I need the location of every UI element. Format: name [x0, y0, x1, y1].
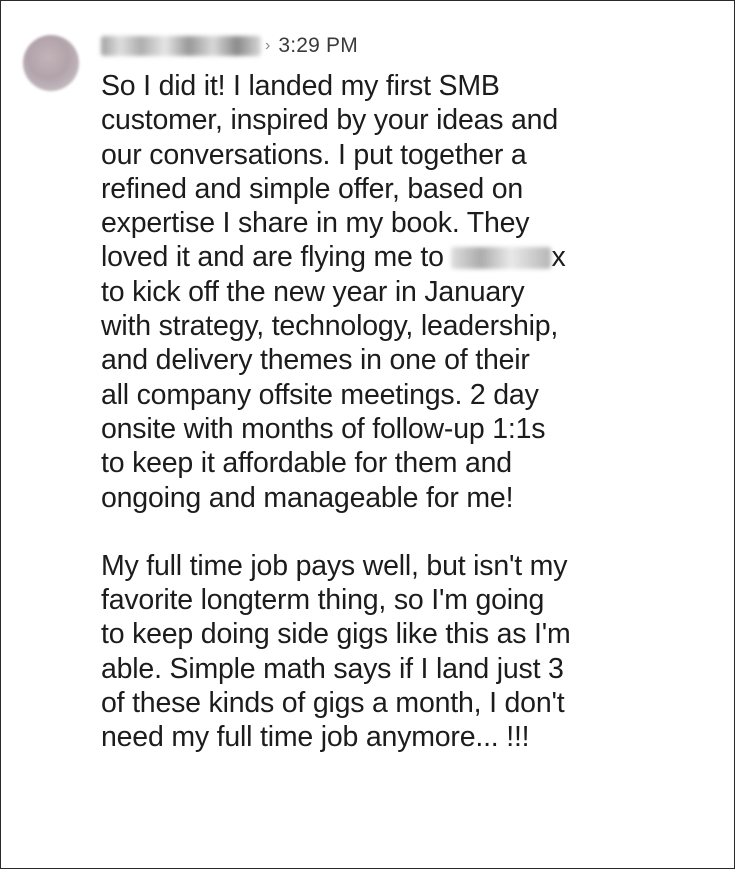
line-6-suffix: x [551, 241, 566, 274]
line-12: to keep it affordable for them and [101, 447, 512, 480]
line-2: customer, inspired by your ideas and [101, 104, 558, 137]
sender-name-redacted[interactable] [101, 36, 261, 56]
line-4: refined and simple offer, based on [101, 172, 524, 205]
p2-line-3: to keep doing side gigs like this as I'm [101, 618, 571, 651]
message-body: So I did it! I landed my first SMB custo… [101, 69, 701, 755]
p2-line-4: able. Simple math says if I land just 3 [101, 652, 564, 685]
message-paragraph-1: So I did it! I landed my first SMB custo… [101, 69, 701, 515]
line-10: all company offsite meetings. 2 day [101, 378, 539, 411]
line-8: with strategy, technology, leadership, [101, 310, 559, 343]
message-frame: › 3:29 PM So I did it! I landed my first… [0, 0, 735, 869]
message-header: › 3:29 PM [101, 29, 358, 63]
line-7: to kick off the new year in January [101, 275, 525, 308]
p2-line-1: My full time job pays well, but isn't my [101, 549, 568, 582]
avatar[interactable] [23, 35, 79, 91]
line-5: expertise I share in my book. They [101, 207, 530, 240]
p2-line-6: need my full time job anymore... !!! [101, 721, 530, 754]
location-redacted [451, 247, 552, 270]
line-3: our conversations. I put together a [101, 138, 527, 171]
chevron-right-icon: › [265, 37, 271, 54]
message-timestamp: 3:29 PM [278, 34, 358, 57]
line-9: and delivery themes in one of their [101, 344, 530, 377]
line-6-prefix: loved it and are flying me to [101, 241, 444, 274]
line-11: onsite with months of follow-up 1:1s [101, 412, 546, 445]
p2-line-2: favorite longterm thing, so I'm going [101, 584, 545, 617]
message-paragraph-2: My full time job pays well, but isn't my… [101, 549, 701, 755]
line-1: So I did it! I landed my first SMB [101, 70, 500, 102]
line-13: ongoing and manageable for me! [101, 481, 514, 514]
p2-line-5: of these kinds of gigs a month, I don't [101, 687, 565, 720]
